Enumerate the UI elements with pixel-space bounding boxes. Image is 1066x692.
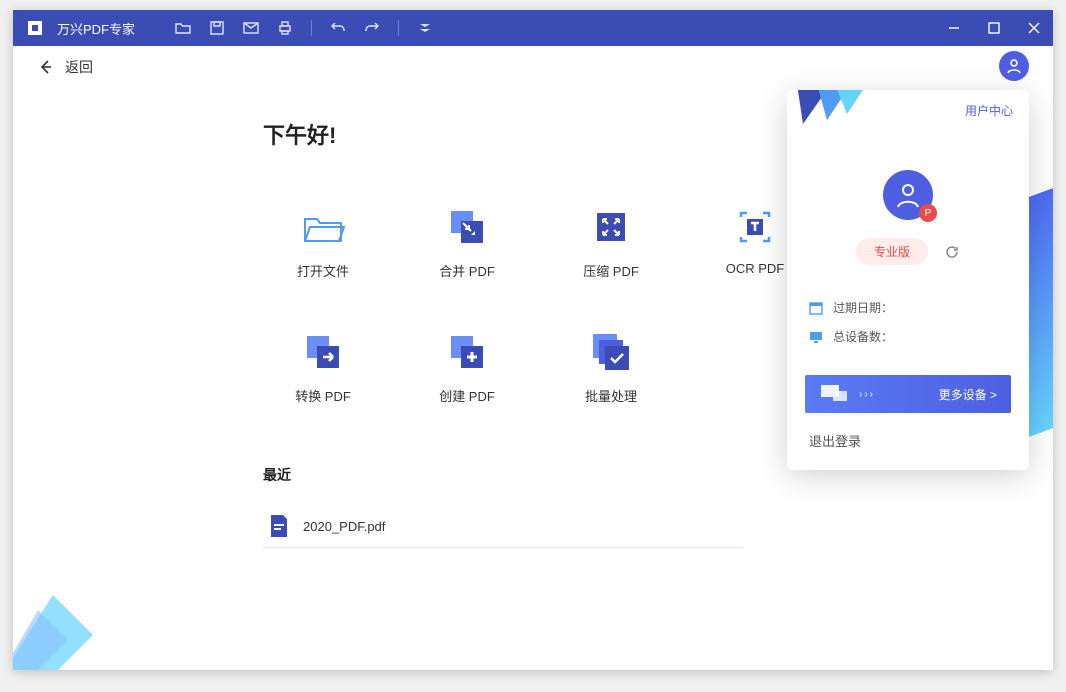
maximize-icon[interactable] [987, 21, 1001, 35]
action-label: 压缩 PDF [583, 261, 639, 280]
arrows-icon: ››› [859, 389, 875, 400]
devices-graphic-icon [819, 383, 849, 408]
action-create-pdf[interactable]: 创建 PDF [407, 330, 527, 405]
app-logo-icon [25, 18, 45, 38]
merge-icon [445, 205, 489, 249]
action-batch[interactable]: 批量处理 [551, 330, 671, 405]
minimize-icon[interactable] [947, 21, 961, 35]
folder-open-icon [301, 205, 345, 249]
print-icon[interactable] [277, 20, 293, 36]
pdf-file-icon [269, 515, 291, 537]
decorative-corner [13, 595, 93, 670]
action-open-file[interactable]: 打开文件 [263, 205, 383, 280]
convert-icon [301, 330, 345, 374]
back-label: 返回 [65, 57, 93, 77]
subbar: 返回 [13, 46, 1053, 88]
action-label: 合并 PDF [439, 261, 495, 280]
monitor-icon [809, 330, 823, 344]
recent-heading: 最近 [263, 465, 823, 485]
actions-grid: 打开文件 合并 PDF 压缩 PDF OCR PDF [263, 205, 823, 405]
action-label: 创建 PDF [439, 386, 495, 405]
recent-file-name: 2020_PDF.pdf [303, 519, 385, 534]
save-icon[interactable] [209, 20, 225, 36]
back-button[interactable]: 返回 [37, 57, 93, 77]
action-compress-pdf[interactable]: 压缩 PDF [551, 205, 671, 280]
user-panel: 用户中心 P 专业版 过期日期： 总设备数： ››› 更多设备 > 退出登录 [787, 90, 1029, 470]
action-label: 转换 PDF [295, 386, 351, 405]
app-title: 万兴PDF专家 [57, 19, 135, 38]
calendar-icon [809, 301, 823, 315]
action-label: 打开文件 [297, 261, 349, 280]
greeting-text: 下午好! [263, 118, 823, 150]
mail-icon[interactable] [243, 20, 259, 36]
pro-version-badge: 专业版 [856, 238, 928, 265]
toolbar-icons [175, 20, 433, 36]
more-devices-button[interactable]: ››› 更多设备 > [805, 375, 1011, 413]
batch-icon [589, 330, 633, 374]
refresh-icon[interactable] [944, 244, 960, 260]
recent-file-item[interactable]: 2020_PDF.pdf [263, 505, 743, 548]
logout-button[interactable]: 退出登录 [787, 413, 1029, 470]
user-center-link[interactable]: 用户中心 [965, 102, 1013, 119]
expiry-label: 过期日期： [833, 299, 893, 316]
more-devices-label: 更多设备 > [939, 386, 997, 403]
close-icon[interactable] [1027, 21, 1041, 35]
action-label: 批量处理 [585, 386, 637, 405]
ocr-icon [733, 205, 777, 249]
user-avatar-button[interactable] [999, 51, 1029, 81]
folder-icon[interactable] [175, 20, 191, 36]
devices-row: 总设备数： [787, 322, 1029, 351]
action-merge-pdf[interactable]: 合并 PDF [407, 205, 527, 280]
devices-label: 总设备数： [833, 328, 893, 345]
redo-icon[interactable] [364, 20, 380, 36]
titlebar: 万兴PDF专家 [13, 10, 1053, 46]
arrow-left-icon [37, 58, 55, 76]
action-convert-pdf[interactable]: 转换 PDF [263, 330, 383, 405]
expiry-row: 过期日期： [787, 293, 1029, 322]
compress-icon [589, 205, 633, 249]
undo-icon[interactable] [330, 20, 346, 36]
menu-down-icon[interactable] [417, 20, 433, 36]
action-label: OCR PDF [726, 261, 785, 276]
pro-badge-icon: P [919, 204, 937, 222]
decorative-triangles-icon [797, 90, 867, 133]
create-icon [445, 330, 489, 374]
panel-avatar: P [883, 170, 933, 220]
